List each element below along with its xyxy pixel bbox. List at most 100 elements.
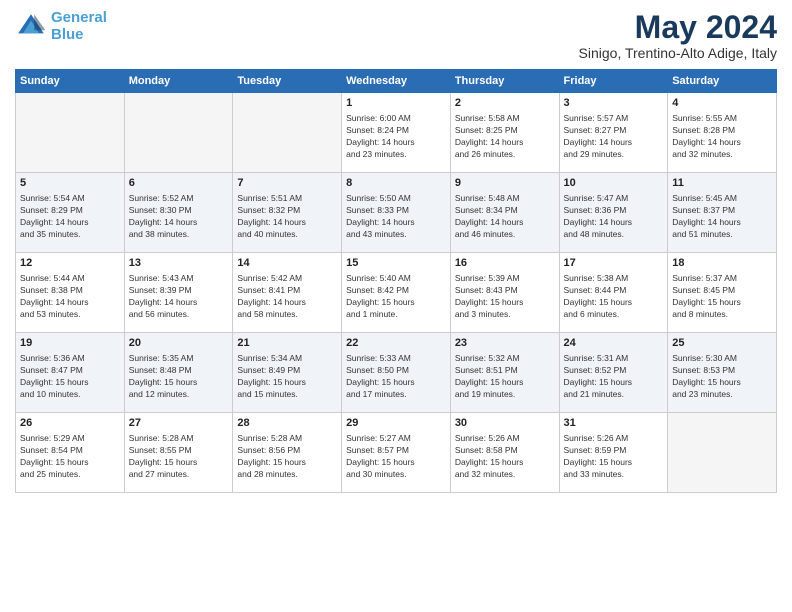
day-number: 7 — [237, 176, 337, 191]
title-area: May 2024 Sinigo, Trentino-Alto Adige, It… — [579, 10, 777, 61]
day-info: Sunrise: 5:32 AM Sunset: 8:51 PM Dayligh… — [455, 353, 555, 401]
calendar-cell: 31Sunrise: 5:26 AM Sunset: 8:59 PM Dayli… — [559, 413, 668, 493]
calendar-cell: 21Sunrise: 5:34 AM Sunset: 8:49 PM Dayli… — [233, 333, 342, 413]
day-number: 15 — [346, 256, 446, 271]
day-number: 22 — [346, 336, 446, 351]
calendar-cell: 13Sunrise: 5:43 AM Sunset: 8:39 PM Dayli… — [124, 253, 233, 333]
day-info: Sunrise: 5:40 AM Sunset: 8:42 PM Dayligh… — [346, 273, 446, 321]
logo-line2: Blue — [51, 26, 84, 43]
calendar-cell: 2 Sunrise: 5:58 AM Sunset: 8:25 PM Daylig… — [450, 93, 559, 173]
logo-icon — [15, 11, 47, 43]
calendar-cell: 11 Sunrise: 5:45 AM Sunset: 8:37 PM Dayli… — [668, 173, 777, 253]
calendar-cell: 23 Sunrise: 5:32 AM Sunset: 8:51 PM Dayli… — [450, 333, 559, 413]
weekday-header-thursday: Thursday — [450, 70, 559, 93]
day-info: Sunrise: 5:52 AM Sunset: 8:30 PM Dayligh… — [129, 193, 229, 241]
calendar-cell — [668, 413, 777, 493]
calendar-cell: 18Sunrise: 5:37 AM Sunset: 8:45 PM Dayli… — [668, 253, 777, 333]
calendar-cell: 17Sunrise: 5:38 AM Sunset: 8:44 PM Dayli… — [559, 253, 668, 333]
day-info: Sunrise: 5:39 AM Sunset: 8:43 PM Dayligh… — [455, 273, 555, 321]
calendar-cell: 28 Sunrise: 5:28 AM Sunset: 8:56 PM Dayli… — [233, 413, 342, 493]
calendar-week-row: 1 Sunrise: 6:00 AM Sunset: 8:24 PM Daylig… — [16, 93, 777, 173]
day-number: 8 — [346, 176, 446, 191]
calendar-cell: 10Sunrise: 5:47 AM Sunset: 8:36 PM Dayli… — [559, 173, 668, 253]
day-info: Sunrise: 5:58 AM Sunset: 8:25 PM Dayligh… — [455, 113, 555, 161]
calendar-cell: 30Sunrise: 5:26 AM Sunset: 8:58 PM Dayli… — [450, 413, 559, 493]
calendar-week-row: 19Sunrise: 5:36 AM Sunset: 8:47 PM Dayli… — [16, 333, 777, 413]
day-number: 27 — [129, 416, 229, 431]
day-info: Sunrise: 5:27 AM Sunset: 8:57 PM Dayligh… — [346, 433, 446, 481]
day-info: Sunrise: 6:00 AM Sunset: 8:24 PM Dayligh… — [346, 113, 446, 161]
day-number: 14 — [237, 256, 337, 271]
calendar-cell: 27 Sunrise: 5:28 AM Sunset: 8:55 PM Dayli… — [124, 413, 233, 493]
day-number: 10 — [564, 176, 664, 191]
calendar-cell: 7 Sunrise: 5:51 AM Sunset: 8:32 PM Daylig… — [233, 173, 342, 253]
day-number: 28 — [237, 416, 337, 431]
day-number: 13 — [129, 256, 229, 271]
day-info: Sunrise: 5:51 AM Sunset: 8:32 PM Dayligh… — [237, 193, 337, 241]
day-number: 24 — [564, 336, 664, 351]
day-info: Sunrise: 5:28 AM Sunset: 8:56 PM Dayligh… — [237, 433, 337, 481]
day-info: Sunrise: 5:33 AM Sunset: 8:50 PM Dayligh… — [346, 353, 446, 401]
day-number: 1 — [346, 96, 446, 111]
logo-line1: General — [51, 9, 107, 26]
day-number: 16 — [455, 256, 555, 271]
day-info: Sunrise: 5:26 AM Sunset: 8:59 PM Dayligh… — [564, 433, 664, 481]
day-info: Sunrise: 5:31 AM Sunset: 8:52 PM Dayligh… — [564, 353, 664, 401]
calendar-cell: 16 Sunrise: 5:39 AM Sunset: 8:43 PM Dayli… — [450, 253, 559, 333]
calendar-cell: 12Sunrise: 5:44 AM Sunset: 8:38 PM Dayli… — [16, 253, 125, 333]
day-info: Sunrise: 5:54 AM Sunset: 8:29 PM Dayligh… — [20, 193, 120, 241]
day-number: 6 — [129, 176, 229, 191]
day-info: Sunrise: 5:36 AM Sunset: 8:47 PM Dayligh… — [20, 353, 120, 401]
calendar-week-row: 12Sunrise: 5:44 AM Sunset: 8:38 PM Dayli… — [16, 253, 777, 333]
day-number: 18 — [672, 256, 772, 271]
calendar-cell: 3Sunrise: 5:57 AM Sunset: 8:27 PM Daylig… — [559, 93, 668, 173]
calendar-cell — [16, 93, 125, 173]
calendar-cell: 8 Sunrise: 5:50 AM Sunset: 8:33 PM Daylig… — [342, 173, 451, 253]
day-info: Sunrise: 5:48 AM Sunset: 8:34 PM Dayligh… — [455, 193, 555, 241]
day-info: Sunrise: 5:28 AM Sunset: 8:55 PM Dayligh… — [129, 433, 229, 481]
day-number: 17 — [564, 256, 664, 271]
calendar-cell: 5 Sunrise: 5:54 AM Sunset: 8:29 PM Daylig… — [16, 173, 125, 253]
calendar-cell: 19Sunrise: 5:36 AM Sunset: 8:47 PM Dayli… — [16, 333, 125, 413]
weekday-header-wednesday: Wednesday — [342, 70, 451, 93]
weekday-header-tuesday: Tuesday — [233, 70, 342, 93]
calendar-cell: 24 Sunrise: 5:31 AM Sunset: 8:52 PM Dayli… — [559, 333, 668, 413]
calendar-cell: 29 Sunrise: 5:27 AM Sunset: 8:57 PM Dayli… — [342, 413, 451, 493]
weekday-header-friday: Friday — [559, 70, 668, 93]
calendar-cell: 20Sunrise: 5:35 AM Sunset: 8:48 PM Dayli… — [124, 333, 233, 413]
day-info: Sunrise: 5:50 AM Sunset: 8:33 PM Dayligh… — [346, 193, 446, 241]
calendar-cell: 6 Sunrise: 5:52 AM Sunset: 8:30 PM Daylig… — [124, 173, 233, 253]
logo-text: General Blue — [51, 10, 107, 43]
day-number: 25 — [672, 336, 772, 351]
day-info: Sunrise: 5:57 AM Sunset: 8:27 PM Dayligh… — [564, 113, 664, 161]
weekday-header-monday: Monday — [124, 70, 233, 93]
header: General Blue May 2024 Sinigo, Trentino-A… — [15, 10, 777, 61]
weekday-header-row: SundayMondayTuesdayWednesdayThursdayFrid… — [16, 70, 777, 93]
calendar-cell: 25 Sunrise: 5:30 AM Sunset: 8:53 PM Dayli… — [668, 333, 777, 413]
day-number: 12 — [20, 256, 120, 271]
day-info: Sunrise: 5:35 AM Sunset: 8:48 PM Dayligh… — [129, 353, 229, 401]
calendar-week-row: 26Sunrise: 5:29 AM Sunset: 8:54 PM Dayli… — [16, 413, 777, 493]
day-number: 21 — [237, 336, 337, 351]
day-info: Sunrise: 5:30 AM Sunset: 8:53 PM Dayligh… — [672, 353, 772, 401]
day-number: 4 — [672, 96, 772, 111]
day-number: 2 — [455, 96, 555, 111]
day-number: 9 — [455, 176, 555, 191]
calendar-cell: 4 Sunrise: 5:55 AM Sunset: 8:28 PM Daylig… — [668, 93, 777, 173]
day-info: Sunrise: 5:45 AM Sunset: 8:37 PM Dayligh… — [672, 193, 772, 241]
day-info: Sunrise: 5:55 AM Sunset: 8:28 PM Dayligh… — [672, 113, 772, 161]
day-info: Sunrise: 5:42 AM Sunset: 8:41 PM Dayligh… — [237, 273, 337, 321]
day-number: 23 — [455, 336, 555, 351]
day-number: 5 — [20, 176, 120, 191]
day-info: Sunrise: 5:29 AM Sunset: 8:54 PM Dayligh… — [20, 433, 120, 481]
calendar-cell: 26Sunrise: 5:29 AM Sunset: 8:54 PM Dayli… — [16, 413, 125, 493]
calendar-cell: 9 Sunrise: 5:48 AM Sunset: 8:34 PM Daylig… — [450, 173, 559, 253]
subtitle: Sinigo, Trentino-Alto Adige, Italy — [579, 45, 777, 61]
day-number: 29 — [346, 416, 446, 431]
page: General Blue May 2024 Sinigo, Trentino-A… — [0, 0, 792, 612]
weekday-header-saturday: Saturday — [668, 70, 777, 93]
calendar-cell: 1 Sunrise: 6:00 AM Sunset: 8:24 PM Daylig… — [342, 93, 451, 173]
calendar-table: SundayMondayTuesdayWednesdayThursdayFrid… — [15, 69, 777, 493]
calendar-cell: 14 Sunrise: 5:42 AM Sunset: 8:41 PM Dayli… — [233, 253, 342, 333]
day-number: 11 — [672, 176, 772, 191]
